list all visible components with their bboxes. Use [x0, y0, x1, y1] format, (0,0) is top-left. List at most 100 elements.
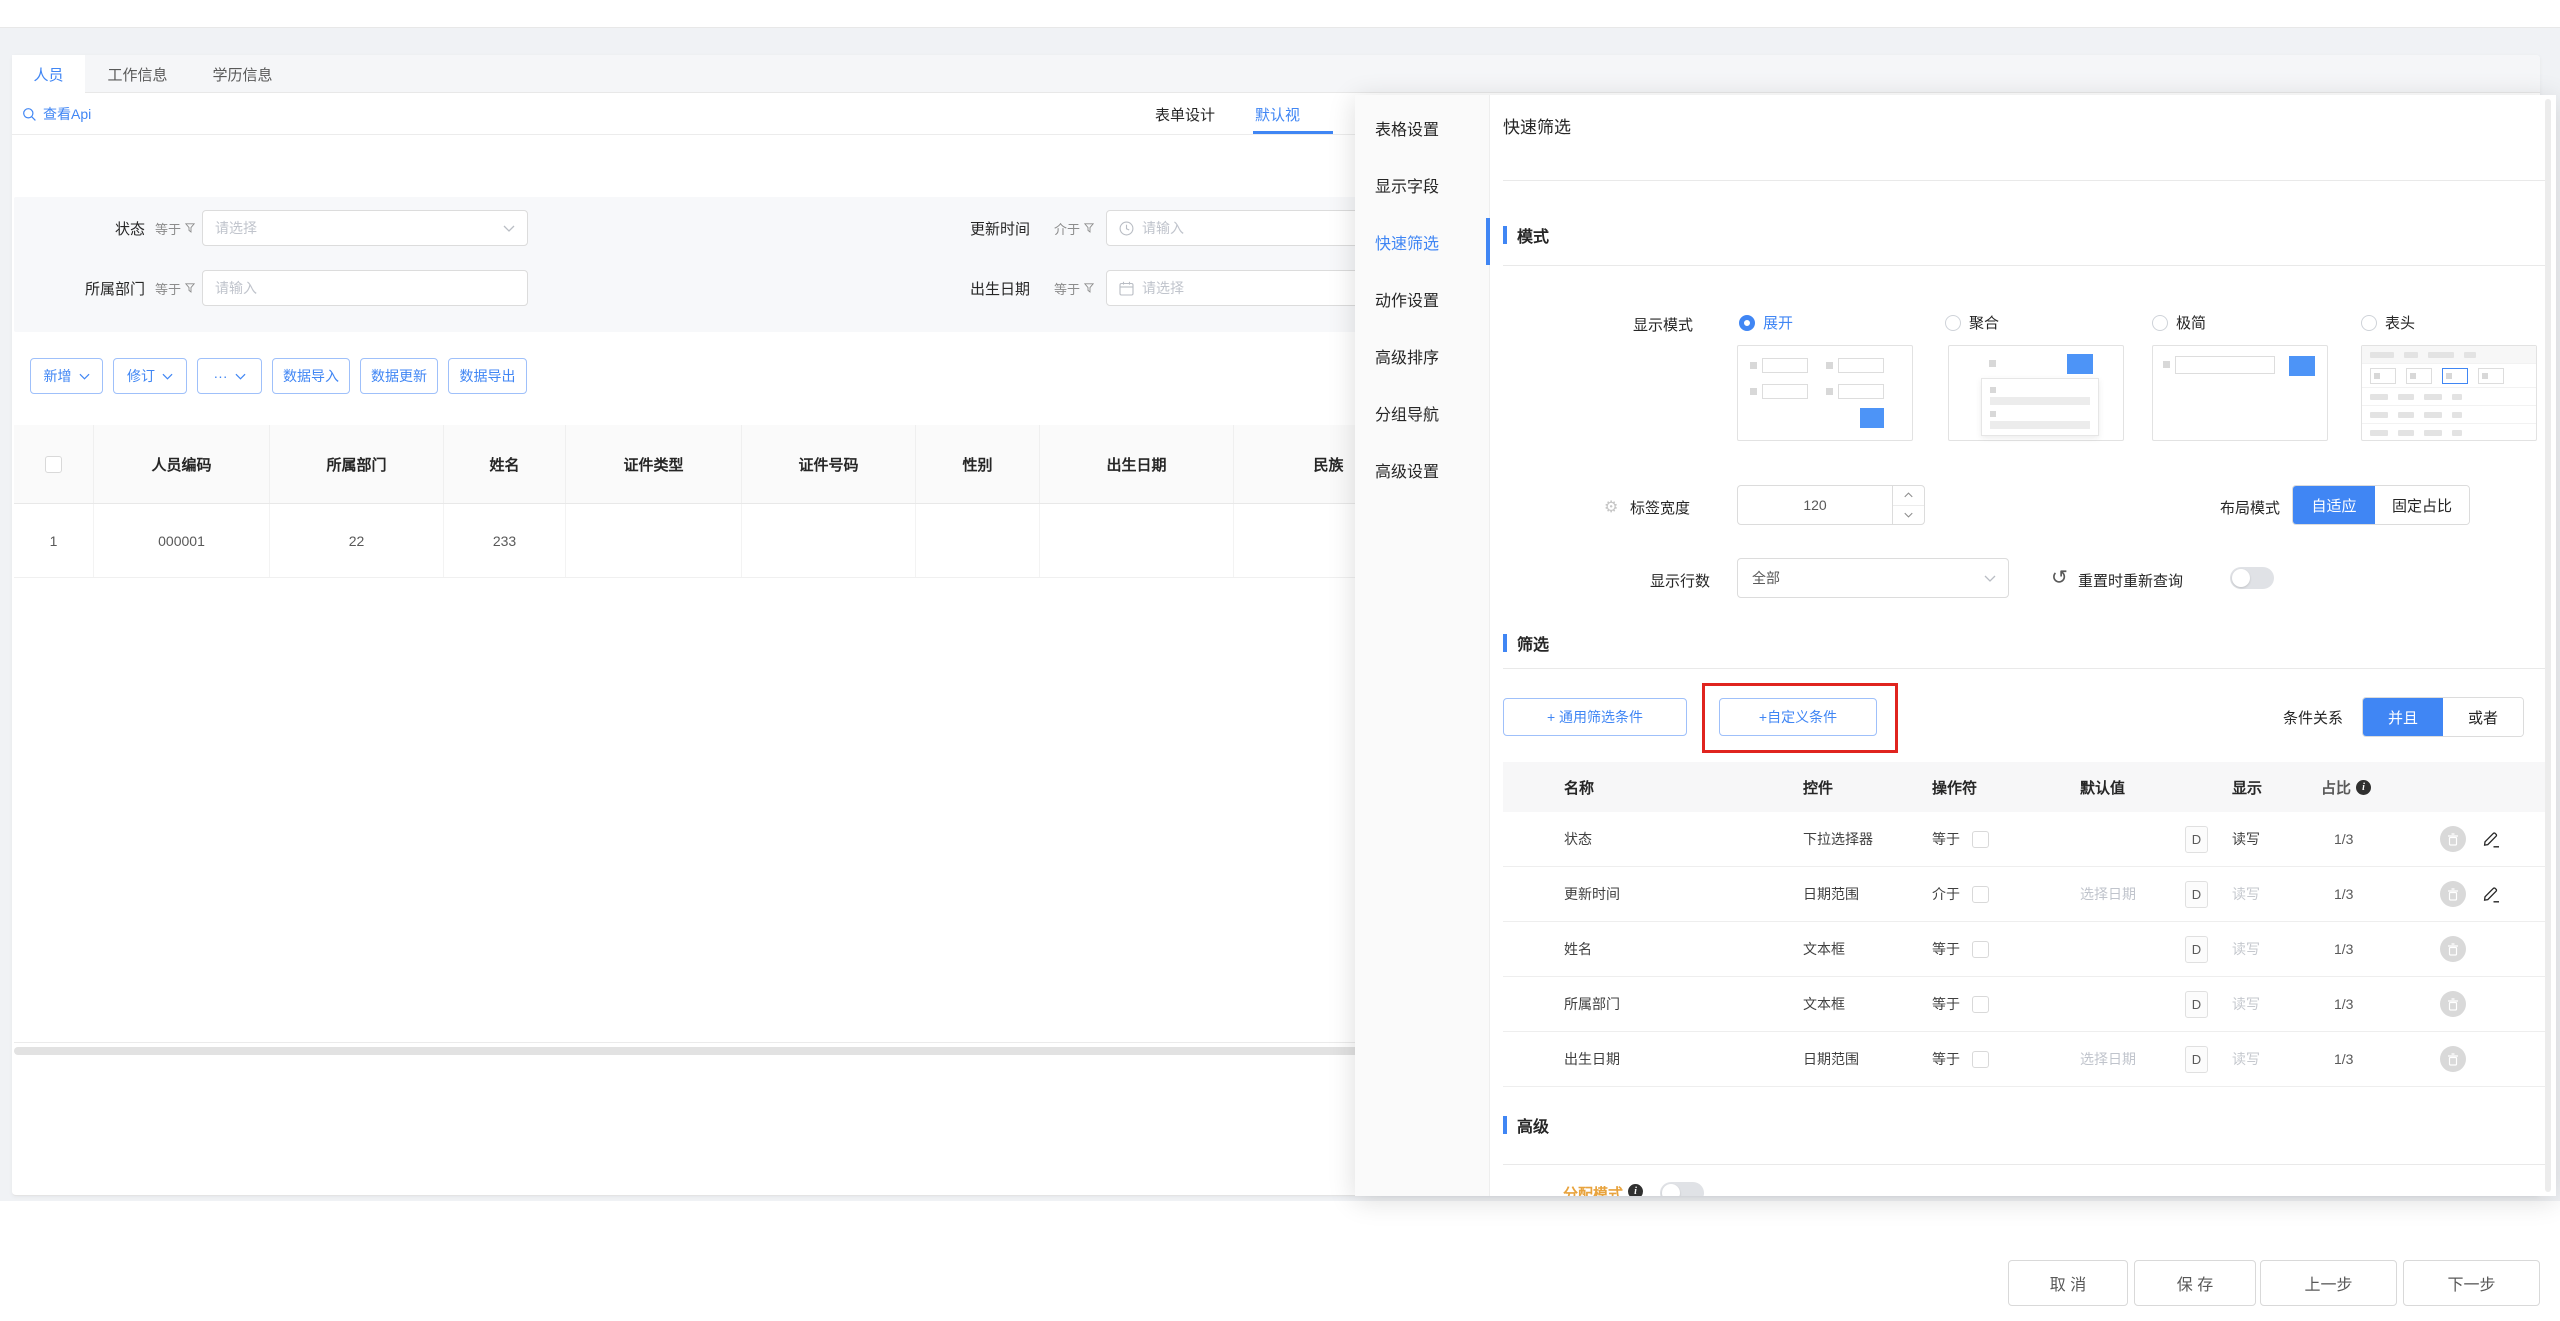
mode-thumbnail-expand[interactable]	[1737, 345, 1913, 441]
edit-icon[interactable]	[2482, 885, 2501, 903]
filter-operator[interactable]: 等于	[1054, 279, 1098, 298]
status-select[interactable]: 请选择	[202, 210, 528, 246]
radio-mode-expand[interactable]: 展开	[1739, 312, 1793, 333]
department-input[interactable]: 请输入	[202, 270, 528, 306]
menu-item-quick-filter[interactable]: 快速筛选	[1355, 213, 1489, 270]
view-api-link[interactable]: 查看Api	[22, 94, 91, 134]
default-checkbox[interactable]	[1972, 941, 1989, 958]
col-header-control: 控件	[1783, 777, 1925, 798]
funnel-icon	[185, 223, 195, 233]
radio-mode-aggregate[interactable]: 聚合	[1945, 312, 1999, 333]
cell	[916, 504, 1040, 577]
menu-item-display-fields[interactable]: 显示字段	[1355, 156, 1489, 213]
menu-item-advanced-settings[interactable]: 高级设置	[1355, 441, 1489, 498]
save-button[interactable]: 保 存	[2134, 1260, 2256, 1306]
display-mode-value[interactable]: 读写	[2227, 884, 2315, 904]
toolbar: 新增 修订 ··· 数据导入 数据更新 数据导出	[30, 358, 527, 394]
layout-adaptive-option[interactable]: 自适应	[2293, 486, 2375, 524]
next-step-button[interactable]: 下一步	[2403, 1260, 2540, 1306]
filter-label: 所属部门	[14, 278, 145, 299]
tab-default-view[interactable]: 默认视	[1255, 94, 1300, 134]
relation-and-option[interactable]: 并且	[2363, 698, 2443, 736]
delete-icon[interactable]	[2440, 1046, 2466, 1072]
delete-icon[interactable]	[2440, 881, 2466, 907]
select-all-checkbox[interactable]	[45, 456, 62, 473]
cancel-button[interactable]: 取 消	[2008, 1260, 2128, 1306]
calendar-icon	[1119, 281, 1134, 296]
display-mode-value[interactable]: 读写	[2227, 829, 2315, 849]
requery-toggle[interactable]	[2230, 567, 2274, 589]
revise-button[interactable]: 修订	[113, 358, 187, 394]
relation-or-option[interactable]: 或者	[2443, 698, 2523, 736]
drawer-scrollbar[interactable]	[2545, 99, 2551, 1192]
menu-item-advanced-sort[interactable]: 高级排序	[1355, 327, 1489, 384]
divider	[1503, 668, 2545, 669]
display-mode-value[interactable]: 读写	[2227, 994, 2315, 1014]
cell: 22	[270, 504, 444, 577]
edit-icon[interactable]	[2482, 830, 2501, 848]
col-header-operator: 操作符	[1925, 777, 2075, 798]
step-down-button[interactable]	[1893, 506, 1924, 525]
layout-fixed-option[interactable]: 固定占比	[2375, 486, 2469, 524]
radio-off-icon	[1945, 315, 1961, 331]
divider	[1503, 265, 2545, 266]
delete-icon[interactable]	[2440, 991, 2466, 1017]
page-tabs: 人员 工作信息 学历信息	[12, 55, 2540, 93]
col-header-ratio: 占比 i	[2315, 777, 2415, 798]
filter-row-birth-date: 出生日期 日期范围 等于 选择日期 D 读写 1/3	[1503, 1032, 2545, 1087]
data-import-button[interactable]: 数据导入	[272, 358, 350, 394]
menu-item-group-nav[interactable]: 分组导航	[1355, 384, 1489, 441]
layout-mode-segmented: 自适应 固定占比	[2292, 485, 2470, 525]
display-mode-value[interactable]: 读写	[2227, 939, 2315, 959]
add-custom-condition-button[interactable]: +自定义条件	[1719, 698, 1877, 736]
data-export-button[interactable]: 数据导出	[448, 358, 527, 394]
menu-item-action-settings[interactable]: 动作设置	[1355, 270, 1489, 327]
data-update-button[interactable]: 数据更新	[360, 358, 438, 394]
default-checkbox[interactable]	[1972, 831, 1989, 848]
info-icon[interactable]: i	[1628, 1184, 1643, 1196]
menu-item-table-settings[interactable]: 表格设置	[1355, 99, 1489, 156]
tab-work-info[interactable]: 工作信息	[85, 55, 190, 93]
refresh-icon: ↺	[2051, 565, 2068, 590]
display-mode-value[interactable]: 读写	[2227, 1049, 2315, 1069]
radio-mode-header[interactable]: 表头	[2361, 312, 2415, 333]
filter-operator[interactable]: 介于	[1054, 219, 1098, 238]
radio-mode-minimal[interactable]: 极简	[2152, 312, 2206, 333]
row-count-select[interactable]: 全部	[1737, 558, 2009, 598]
assign-mode-toggle[interactable]	[1660, 1182, 1704, 1196]
filter-operator[interactable]: 等于	[155, 219, 199, 238]
mode-thumbnail-minimal[interactable]	[2152, 345, 2328, 441]
step-up-button[interactable]	[1893, 486, 1924, 506]
col-header: 出生日期	[1040, 425, 1234, 503]
default-d-button[interactable]: D	[2185, 881, 2208, 908]
mode-thumbnail-header[interactable]	[2361, 345, 2537, 441]
delete-icon[interactable]	[2440, 936, 2466, 962]
col-header: 证件号码	[742, 425, 916, 503]
default-d-button[interactable]: D	[2185, 991, 2208, 1018]
default-checkbox[interactable]	[1972, 886, 1989, 903]
previous-step-button[interactable]: 上一步	[2260, 1260, 2397, 1306]
section-mode: 模式	[1503, 223, 1549, 247]
default-d-button[interactable]: D	[2185, 936, 2208, 963]
info-icon[interactable]: i	[2356, 780, 2371, 795]
default-d-button[interactable]: D	[2185, 826, 2208, 853]
tab-form-design[interactable]: 表单设计	[1155, 94, 1215, 134]
tab-education-info[interactable]: 学历信息	[190, 55, 295, 93]
filter-operator[interactable]: 等于	[155, 279, 199, 298]
mode-thumbnail-aggregate[interactable]	[1948, 345, 2124, 441]
default-checkbox[interactable]	[1972, 996, 1989, 1013]
chevron-down-icon	[1984, 575, 1996, 582]
default-checkbox[interactable]	[1972, 1051, 1989, 1068]
cell	[742, 504, 916, 577]
default-d-button[interactable]: D	[2185, 1046, 2208, 1073]
more-actions-button[interactable]: ···	[197, 358, 262, 394]
label-width-stepper[interactable]: 120	[1737, 485, 1925, 525]
tab-personnel[interactable]: 人员	[12, 55, 85, 93]
drawer-body: 快速筛选 模式 显示模式 展开 聚合 极简 表头	[1490, 95, 2556, 1196]
add-button[interactable]: 新增	[30, 358, 103, 394]
filter-config-table: 名称 控件 操作符 默认值 显示 占比 i 状态 下拉选择器 等于 D 读写	[1503, 762, 2545, 1087]
delete-icon[interactable]	[2440, 826, 2466, 852]
cell: 000001	[94, 504, 270, 577]
funnel-icon	[1084, 283, 1094, 293]
add-general-filter-button[interactable]: + 通用筛选条件	[1503, 698, 1687, 736]
